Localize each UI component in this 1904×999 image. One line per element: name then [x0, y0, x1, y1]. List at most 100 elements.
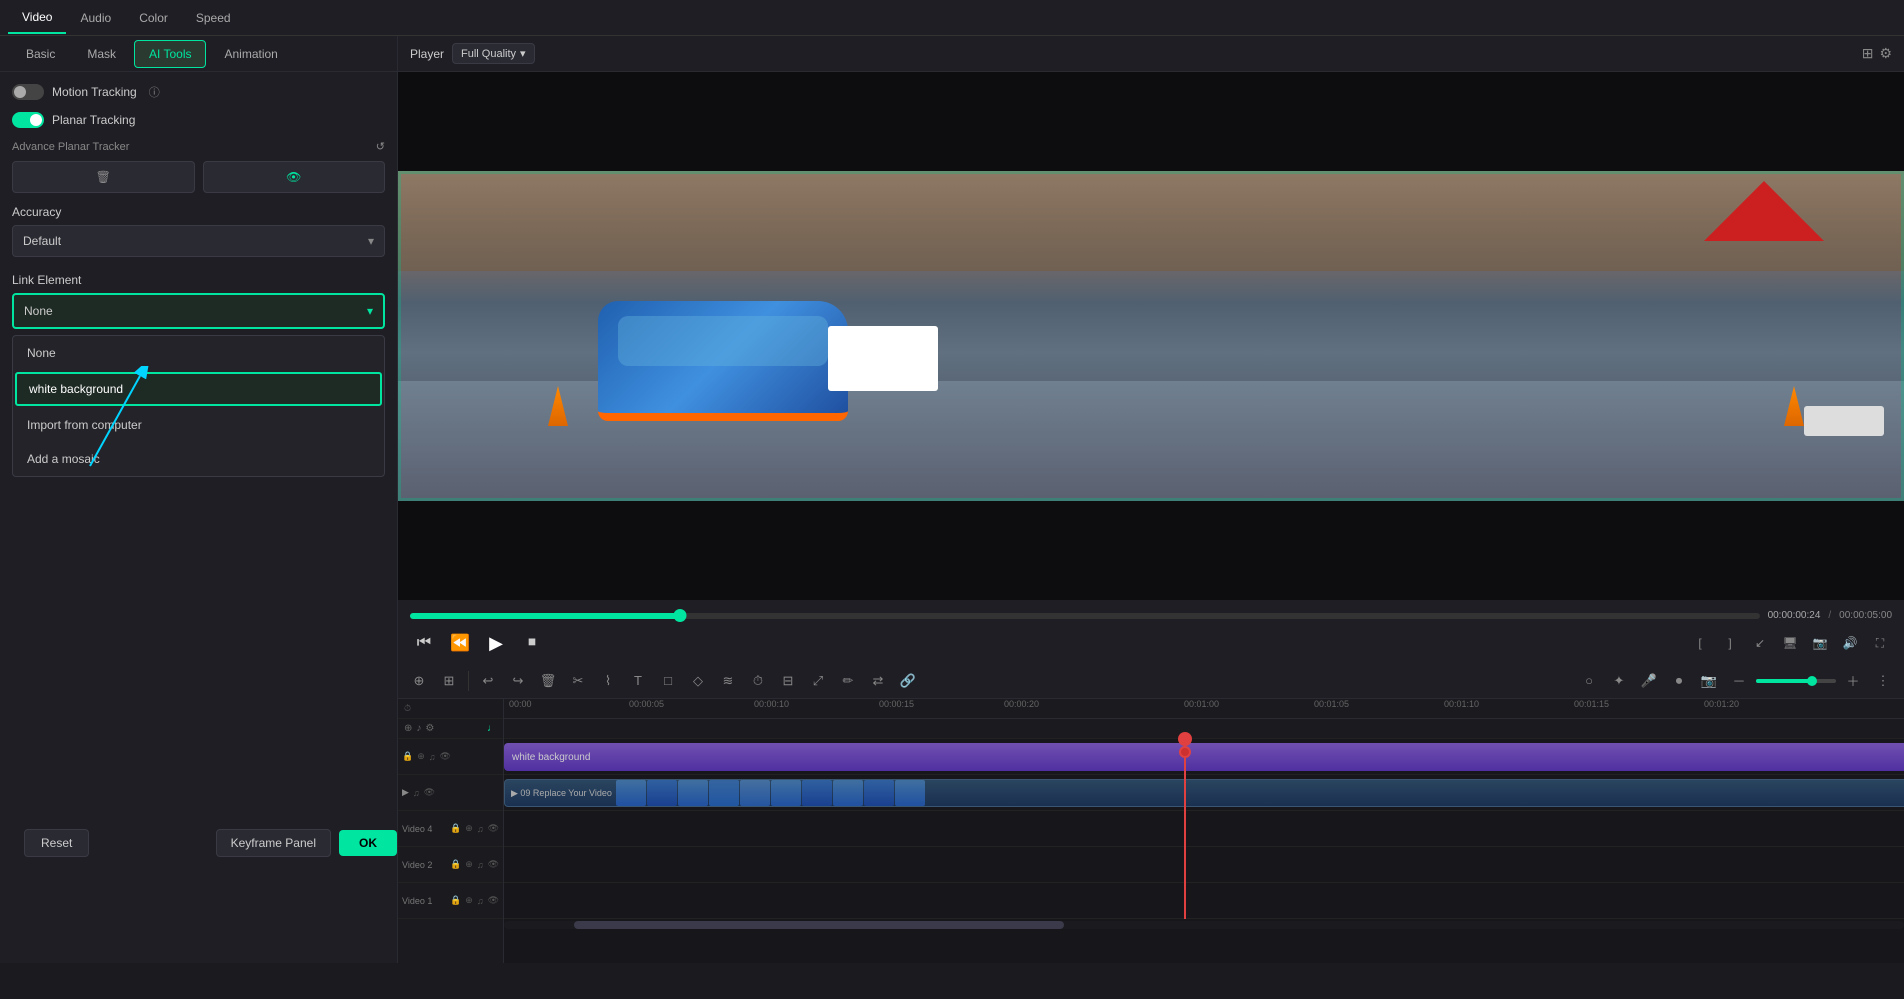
timeline-grid-icon[interactable]: ⊞ [436, 668, 462, 694]
v4-lock-icon[interactable]: 🔒 [450, 823, 461, 834]
timeline-redo-icon[interactable]: ↪ [505, 668, 531, 694]
v4-add-icon[interactable]: ⊕ [465, 823, 473, 834]
ruler-label: ⏱ [398, 699, 503, 719]
master-metronome-icon[interactable]: ♩ [487, 723, 497, 734]
tab-video[interactable]: Video [8, 2, 66, 34]
option-none[interactable]: None [13, 336, 384, 370]
reset-tracker-icon[interactable]: ↺ [376, 140, 385, 153]
v1-eye-icon[interactable]: 👁 [488, 895, 499, 906]
play-button[interactable]: ▶ [482, 629, 510, 657]
timeline-link-icon[interactable]: 🔗 [895, 668, 921, 694]
ok-button[interactable]: OK [339, 830, 397, 856]
video-main-clip[interactable]: ▶ 09 Replace Your Video [504, 779, 1904, 807]
progress-bar-container[interactable] [410, 613, 1760, 619]
stop-button[interactable]: ⏹ [518, 629, 546, 657]
v2-eye-icon[interactable]: 👁 [488, 859, 499, 870]
link-element-dropdown[interactable]: None ▾ [12, 293, 385, 329]
video2-label: Video 2 [402, 860, 432, 870]
visible-icon2[interactable]: 👁 [424, 787, 435, 798]
v1-audio-icon[interactable]: ♫ [477, 896, 484, 906]
tl-dots-icon[interactable]: ⋮ [1870, 668, 1896, 694]
timeline-delete-icon[interactable]: 🗑 [535, 668, 561, 694]
timeline-rect-icon[interactable]: □ [655, 668, 681, 694]
planar-tracking-toggle[interactable] [12, 112, 44, 128]
white-background-clip[interactable]: white background [504, 743, 1904, 771]
v1-lock-icon[interactable]: 🔒 [450, 895, 461, 906]
tl-record-icon[interactable]: ⏺ [1666, 668, 1692, 694]
timeline-pen-icon[interactable]: ✏ [835, 668, 861, 694]
timeline-arrows-icon[interactable]: ⇄ [865, 668, 891, 694]
empty-track-row-2 [504, 847, 1904, 883]
tracks-with-playhead: white background ▶ 09 Replace Your Video [504, 739, 1904, 919]
timeline-shape-icon[interactable]: ◇ [685, 668, 711, 694]
prev-frame-icon[interactable]: ↙ [1748, 631, 1772, 655]
tab-color[interactable]: Color [125, 3, 182, 33]
v1-add-icon[interactable]: ⊕ [465, 895, 473, 906]
screen-icon[interactable]: 🖥 [1778, 631, 1802, 655]
v2-add-icon[interactable]: ⊕ [465, 859, 473, 870]
track-label-video4-top: 🔒 ⊕ ♫ 👁 [398, 739, 503, 775]
quality-selector[interactable]: Full Quality ▾ [452, 43, 535, 64]
tl-star-icon[interactable]: ✦ [1606, 668, 1632, 694]
timeline-undo-icon[interactable]: ↩ [475, 668, 501, 694]
v4-eye-icon[interactable]: 👁 [488, 823, 499, 834]
add-audio-icon[interactable]: ♪ [416, 723, 421, 734]
timeline-add-icon[interactable]: ⊕ [406, 668, 432, 694]
tab-animation[interactable]: Animation [210, 41, 291, 67]
motion-tracking-toggle[interactable] [12, 84, 44, 100]
tracker-delete-btn[interactable]: 🗑 [12, 161, 195, 193]
timeline-crop-icon[interactable]: ⊟ [775, 668, 801, 694]
step-back-button[interactable]: ⏮ [410, 629, 438, 657]
v4-audio-icon[interactable]: ♫ [477, 824, 484, 834]
camera-icon[interactable]: 📷 [1808, 631, 1832, 655]
visible-icon[interactable]: 👁 [440, 751, 451, 762]
tl-mic-icon[interactable]: 🎤 [1636, 668, 1662, 694]
main-layout: Basic Mask AI Tools Animation Motion Tra… [0, 36, 1904, 963]
reset-button[interactable]: Reset [24, 829, 89, 857]
bracket-left-icon[interactable]: [ [1688, 631, 1712, 655]
expand-icon[interactable]: ⊞ [1862, 45, 1874, 62]
keyframe-panel-button[interactable]: Keyframe Panel [216, 829, 331, 857]
timeline-text-icon[interactable]: T [625, 668, 651, 694]
option-import-computer[interactable]: Import from computer [13, 408, 384, 442]
tab-mask[interactable]: Mask [73, 41, 130, 67]
tracker-eye-btn[interactable]: 👁 [203, 161, 386, 193]
ruler-mark-1m05: 00:01:05 [1314, 699, 1349, 709]
tab-basic[interactable]: Basic [12, 41, 69, 67]
bracket-right-icon[interactable]: ] [1718, 631, 1742, 655]
option-white-background[interactable]: white background [15, 372, 382, 406]
tab-audio[interactable]: Audio [66, 3, 125, 33]
master-settings-icon[interactable]: ⚙ [425, 723, 434, 734]
track-content-area[interactable]: 00:00 00:00:05 00:00:10 00:00:15 00:00:2… [504, 699, 1904, 963]
tl-zoom-out-icon[interactable]: － [1726, 668, 1752, 694]
timeline-right-controls: ○ ✦ 🎤 ⏺ 📷 － ＋ ⋮ [1576, 668, 1896, 694]
accuracy-dropdown[interactable]: Default ▾ [12, 225, 385, 257]
ruler-mark-20: 00:00:20 [1004, 699, 1039, 709]
audio-layer-icon[interactable]: ♫ [429, 752, 436, 762]
frame-back-button[interactable]: ⏪ [446, 629, 474, 657]
horizontal-scrollbar[interactable] [504, 921, 1904, 929]
settings-icon[interactable]: ⚙ [1879, 45, 1892, 62]
tl-camera-icon[interactable]: 📷 [1696, 668, 1722, 694]
timeline-transform-icon[interactable]: ⤢ [805, 668, 831, 694]
timeline-toolbar: ⊕ ⊞ ↩ ↪ 🗑 ✂ ⌇ T □ ◇ ≋ ⏱ ⊟ ⤢ ✏ ⇄ 🔗 ○ [398, 663, 1904, 699]
v2-audio-icon[interactable]: ♫ [477, 860, 484, 870]
timeline-split-icon[interactable]: ⌇ [595, 668, 621, 694]
tab-ai-tools[interactable]: AI Tools [134, 40, 206, 68]
add-track-icon[interactable]: ⊕ [404, 723, 412, 734]
timeline-clock-icon[interactable]: ⏱ [745, 668, 771, 694]
tab-speed[interactable]: Speed [182, 3, 245, 33]
volume-icon[interactable]: 🔊 [1838, 631, 1862, 655]
timeline-motion-icon[interactable]: ≋ [715, 668, 741, 694]
lock-icon[interactable]: 🔒 [402, 751, 413, 762]
option-add-mosaic[interactable]: Add a mosaic [13, 442, 384, 476]
advance-planar-tracker-section: Advance Planar Tracker ↺ 🗑 👁 [12, 140, 385, 193]
tl-zoom-in-icon[interactable]: ＋ [1840, 668, 1866, 694]
tl-circle-icon[interactable]: ○ [1576, 668, 1602, 694]
audio-icon2[interactable]: ♫ [413, 788, 420, 798]
v2-lock-icon[interactable]: 🔒 [450, 859, 461, 870]
zoom-slider[interactable] [1756, 679, 1836, 683]
add-layer-icon[interactable]: ⊕ [417, 751, 425, 762]
timeline-scissors-icon[interactable]: ✂ [565, 668, 591, 694]
fullscreen-icon[interactable]: ⛶ [1868, 631, 1892, 655]
